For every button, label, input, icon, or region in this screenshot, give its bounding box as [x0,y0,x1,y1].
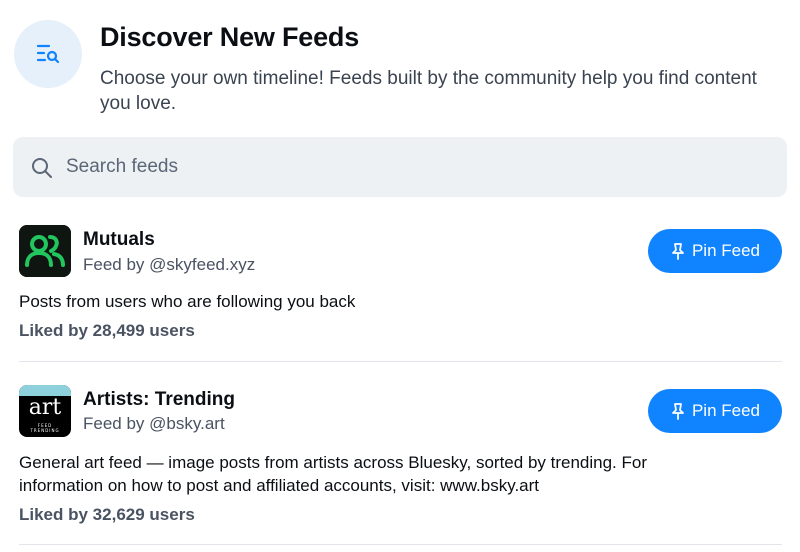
feed-likes[interactable]: Liked by 28,499 users [19,321,195,341]
avatar-caption: FEED TRENDING [19,423,71,433]
avatar-caption-line-2: TRENDING [30,428,60,433]
divider [19,544,782,545]
feed-avatar [19,225,71,277]
pin-icon [672,243,684,260]
pin-feed-button[interactable]: Pin Feed [648,389,782,433]
feed-author[interactable]: Feed by @bsky.art [83,414,225,434]
search-input[interactable] [66,151,766,183]
page-subtitle: Choose your own timeline! Feeds built by… [100,68,757,114]
header-icon-circle [14,20,82,88]
avatar-art-text: art [28,395,62,420]
feed-likes[interactable]: Liked by 32,629 users [19,505,195,525]
list-search-icon [36,44,60,64]
feed-avatar: art FEED TRENDING [19,385,71,437]
pin-feed-label: Pin Feed [691,241,761,260]
feed-author[interactable]: Feed by @skyfeed.xyz [83,255,255,275]
page-title: Discover New Feeds [100,22,360,52]
divider [19,361,782,362]
feed-name[interactable]: Artists: Trending [83,389,235,411]
feed-name[interactable]: Mutuals [83,229,155,251]
feed-description: Posts from users who are following you b… [19,292,356,311]
feed-description: General art feed — image posts from arti… [19,453,647,495]
pin-feed-label: Pin Feed [691,401,761,420]
feeds-header: Discover New Feeds Choose your own timel… [0,0,800,130]
pin-feed-button[interactable]: Pin Feed [648,229,782,273]
users-icon [19,225,71,277]
search-icon [32,158,52,178]
pin-icon [672,403,684,420]
